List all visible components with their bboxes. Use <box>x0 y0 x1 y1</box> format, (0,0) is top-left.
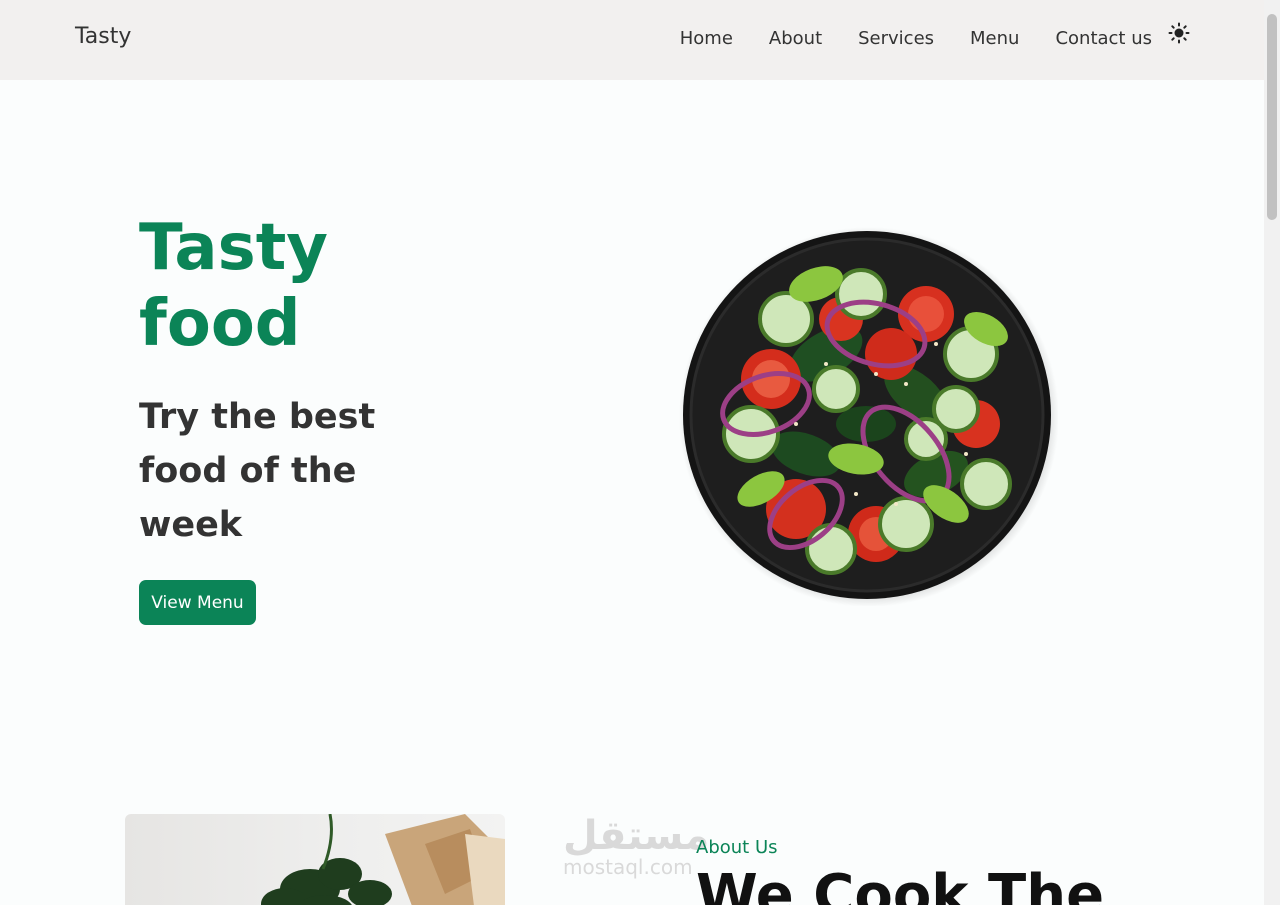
about-heading: We Cook The <box>696 863 1105 905</box>
hero-title: Tasty food <box>139 211 328 361</box>
sun-icon[interactable] <box>1168 22 1190 44</box>
nav-link-contact[interactable]: Contact us <box>1055 28 1152 49</box>
page: Tasty Home About Services Menu Contact u… <box>0 0 1280 905</box>
nav-link-services[interactable]: Services <box>858 28 934 49</box>
nav-link-menu[interactable]: Menu <box>970 28 1019 49</box>
nav-link-home[interactable]: Home <box>680 28 733 49</box>
nav-links: Home About Services Menu Contact us <box>680 28 1152 49</box>
view-menu-button[interactable]: View Menu <box>139 580 256 625</box>
navbar: Tasty Home About Services Menu Contact u… <box>0 0 1264 80</box>
brand-logo[interactable]: Tasty <box>75 24 131 49</box>
salad-bowl-image <box>679 227 1058 606</box>
nav-link-about[interactable]: About <box>769 28 822 49</box>
scrollbar-thumb[interactable] <box>1267 14 1277 220</box>
about-label: About Us <box>696 837 778 858</box>
herbs-illustration <box>261 814 505 905</box>
herbs-cutting-board-image <box>125 814 505 905</box>
page-scrollbar[interactable] <box>1264 0 1280 905</box>
hero-subtitle: Try the best food of the week <box>139 397 376 545</box>
